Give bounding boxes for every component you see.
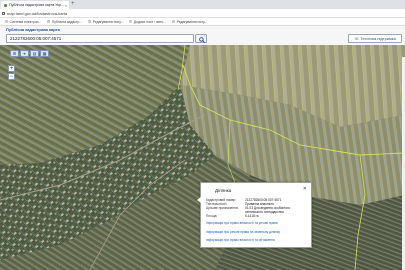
bookmark-label: Редагування полу... xyxy=(92,19,124,24)
screen: Публічна кадастрова карта Укр... × + map… xyxy=(0,0,405,270)
new-tab-button[interactable]: + xyxy=(71,1,75,8)
cadastral-search-input[interactable]: 2122782600:05:007:4571 xyxy=(6,34,194,43)
map-toolbar: ⊞ ⌖ ▤ ▦ xyxy=(10,50,49,57)
search-icon xyxy=(199,36,205,43)
basemap-tool-button[interactable]: ▦ xyxy=(40,50,49,57)
bookmark-label: Додати пост › авто... xyxy=(133,19,167,24)
bookmark-icon xyxy=(5,20,8,23)
popup-pointer xyxy=(197,197,201,203)
bookmark-label: Система електрон... xyxy=(9,19,42,24)
bookmark-icon xyxy=(172,20,176,23)
close-icon[interactable]: ✕ xyxy=(303,186,307,192)
parcel-info-popup: Ділянка ✕ Кадастровий номер: 2122782600:… xyxy=(197,182,312,248)
tech-support-label: Технічна підтримка xyxy=(360,36,396,41)
legend-tool-button[interactable]: ▤ xyxy=(30,50,39,57)
bookmark-icon xyxy=(88,20,92,23)
bookmark-icon xyxy=(47,20,51,23)
bookmark-label: Редагування полу... xyxy=(176,19,208,24)
bookmark-item[interactable]: Редагування полу... xyxy=(172,20,207,24)
bookmark-label: Публічна кадастр... xyxy=(51,19,83,24)
bookmark-icon xyxy=(129,20,133,23)
zoom-out-button[interactable]: − xyxy=(8,73,15,80)
zoom-in-button[interactable]: + xyxy=(8,65,15,72)
locate-tool-button[interactable]: ⌖ xyxy=(20,50,29,57)
layers-tool-button[interactable]: ⊞ xyxy=(10,50,19,57)
popup-link-real-rights[interactable]: Інформація про речові права на земельну … xyxy=(206,230,280,234)
search-button[interactable] xyxy=(195,34,207,43)
browser-tab-active[interactable]: Публічна кадастрова карта Укр... × xyxy=(1,1,69,9)
bookmark-item[interactable]: Публічна кадастр... xyxy=(47,20,82,24)
lock-icon xyxy=(2,12,5,15)
url-text: map.land.gov.ua/kadastrova-karta xyxy=(7,11,68,16)
address-bar: map.land.gov.ua/kadastrova-karta xyxy=(0,9,405,18)
bookmark-item[interactable]: Додати пост › авто... xyxy=(129,20,166,24)
popup-title: Ділянка xyxy=(215,188,232,193)
browser-tab-strip: Публічна кадастрова карта Укр... × + xyxy=(0,0,405,9)
url-field[interactable]: map.land.gov.ua/kadastrova-karta xyxy=(2,10,302,17)
site-favicon-icon xyxy=(4,3,7,7)
close-tab-icon[interactable]: × xyxy=(65,3,67,8)
tech-support-button[interactable]: ☏ Технічна підтримка xyxy=(348,34,402,43)
site-logo[interactable]: Публічна кадастрова карта xyxy=(6,27,60,32)
row-label-area: Площа: xyxy=(206,214,218,218)
row-label-purpose: Цільове призначення: xyxy=(206,206,239,210)
tab-title: Публічна кадастрова карта Укр... xyxy=(9,3,64,7)
bookmarks-bar: Система електрон... Публічна кадастр... … xyxy=(0,18,405,26)
bookmark-item[interactable]: Система електрон... xyxy=(5,20,41,24)
row-value-area: 0.1418 га xyxy=(245,214,259,218)
popup-link-encumbrances[interactable]: Інформація про право власності та обтяже… xyxy=(206,238,275,242)
bookmark-item[interactable]: Редагування полу... xyxy=(88,20,123,24)
popup-link-ownership[interactable]: Інформація про право власності та речові… xyxy=(206,221,278,225)
